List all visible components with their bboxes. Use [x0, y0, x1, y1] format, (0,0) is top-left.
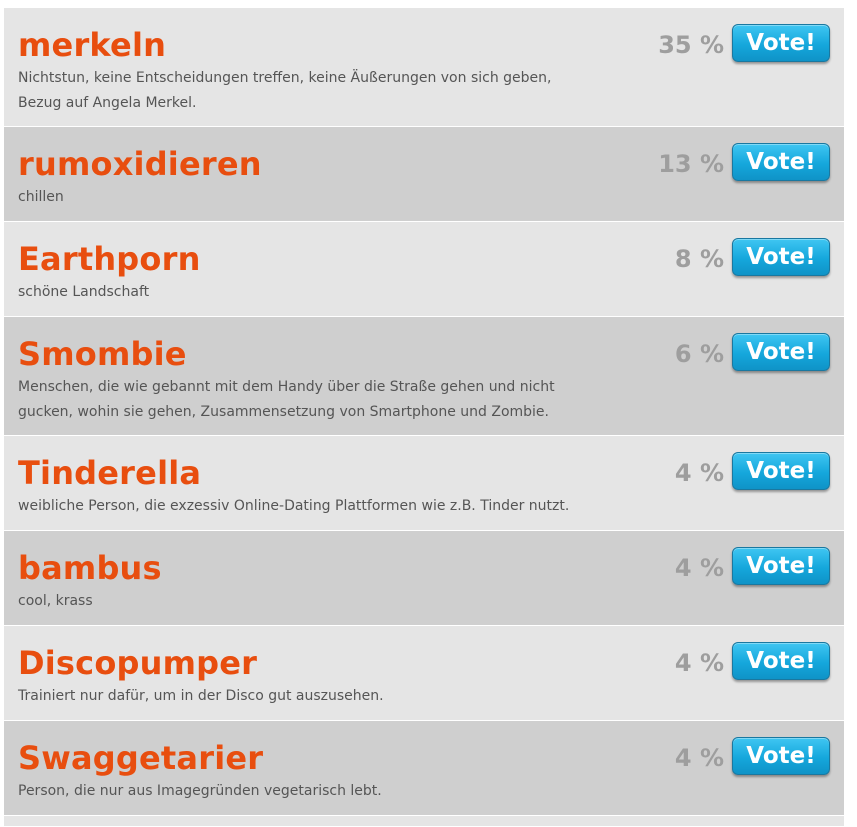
vote-button[interactable]: Vote!	[732, 642, 830, 680]
poll-row-merkeln: merkeln Nichtstun, keine Entscheidungen …	[4, 8, 844, 127]
vote-button[interactable]: Vote!	[732, 333, 830, 371]
word-title: Smombie	[18, 335, 187, 373]
word-description: Trainiert nur dafür, um in der Disco gut…	[18, 688, 384, 704]
poll-row-bambus: bambus cool, krass 4 % Vote!	[4, 531, 844, 626]
vote-percentage: 8 %	[674, 245, 724, 273]
vote-button[interactable]: Vote!	[732, 238, 830, 276]
poll-row-earthporn: Earthporn schöne Landschaft 8 % Vote!	[4, 222, 844, 317]
vote-percentage: 35 %	[658, 31, 724, 59]
vote-button[interactable]: Vote!	[732, 737, 830, 775]
word-title: merkeln	[18, 26, 167, 64]
vote-percentage: 4 %	[674, 554, 724, 582]
word-title: Tinderella	[18, 454, 202, 492]
poll-row-swaggetarier: Swaggetarier Person, die nur aus Imagegr…	[4, 721, 844, 816]
word-title: bambus	[18, 549, 162, 587]
word-title: Swaggetarier	[18, 739, 264, 777]
word-title: rumoxidieren	[18, 145, 262, 183]
vote-button[interactable]: Vote!	[732, 143, 830, 181]
word-description: cool, krass	[18, 593, 93, 609]
vote-percentage: 4 %	[674, 744, 724, 772]
word-description: chillen	[18, 189, 64, 205]
word-description: Person, die nur aus Imagegründen vegetar…	[18, 783, 382, 799]
vote-button[interactable]: Vote!	[732, 24, 830, 62]
word-description: schöne Landschaft	[18, 284, 150, 300]
vote-button[interactable]: Vote!	[732, 547, 830, 585]
vote-percentage: 4 %	[674, 649, 724, 677]
vote-percentage: 4 %	[674, 459, 724, 487]
vote-percentage: 6 %	[674, 340, 724, 368]
poll-row-rumoxidieren: rumoxidieren chillen 13 % Vote!	[4, 127, 844, 222]
word-description: Menschen, die wie gebannt mit dem Handy …	[18, 379, 555, 420]
vote-button[interactable]: Vote!	[732, 452, 830, 490]
word-description: Nichtstun, keine Entscheidungen treffen,…	[18, 70, 552, 111]
word-description: weibliche Person, die exzessiv Online-Da…	[18, 498, 570, 514]
word-title: Discopumper	[18, 644, 258, 682]
poll-row-next-partial	[4, 816, 844, 826]
poll-row-discopumper: Discopumper Trainiert nur dafür, um in d…	[4, 626, 844, 721]
poll-row-smombie: Smombie Menschen, die wie gebannt mit de…	[4, 317, 844, 436]
word-poll-list: merkeln Nichtstun, keine Entscheidungen …	[4, 8, 844, 826]
poll-row-tinderella: Tinderella weibliche Person, die exzessi…	[4, 436, 844, 531]
vote-percentage: 13 %	[658, 150, 724, 178]
word-title: Earthporn	[18, 240, 201, 278]
